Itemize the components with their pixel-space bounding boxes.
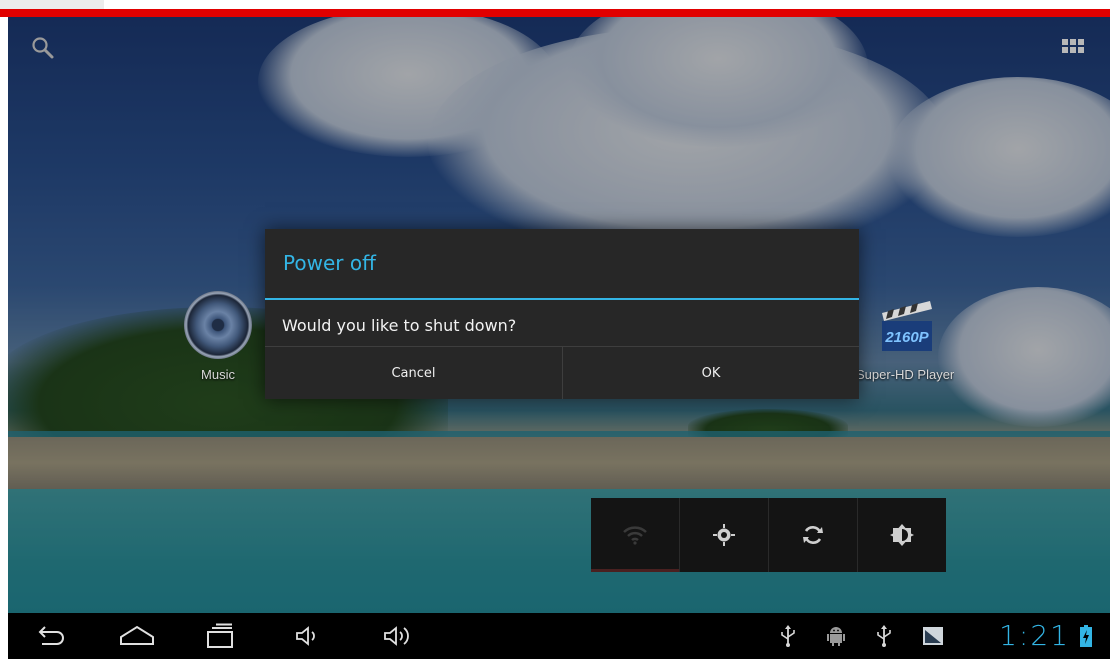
android-debug-notification[interactable]	[824, 619, 848, 653]
usb-notification-2[interactable]	[872, 619, 896, 653]
cancel-button[interactable]: Cancel	[265, 347, 562, 399]
browser-top-strip	[0, 0, 1110, 17]
music-shortcut[interactable]: Music	[176, 289, 260, 389]
usb-notification[interactable]	[776, 619, 800, 653]
battery-charging-icon	[1080, 625, 1092, 647]
back-icon	[38, 626, 64, 645]
svg-text:2160P: 2160P	[884, 329, 929, 346]
screenshot-notification[interactable]	[920, 619, 946, 653]
volume-down-icon	[296, 626, 315, 646]
super-hd-player-label: Super-HD Player	[856, 367, 954, 382]
super-hd-player-shortcut[interactable]: 2160P Super-HD Player	[856, 289, 954, 389]
brightness-icon	[890, 524, 914, 546]
volume-up-icon	[384, 626, 409, 646]
status-clock: 1:21	[999, 619, 1070, 652]
volume-down-button[interactable]	[288, 619, 328, 653]
sync-toggle[interactable]	[769, 498, 857, 572]
volume-up-button[interactable]	[376, 619, 420, 653]
dialog-message: Would you like to shut down?	[282, 316, 517, 335]
recent-apps-button[interactable]	[198, 619, 242, 653]
tab-strip	[0, 0, 104, 9]
search-icon[interactable]	[28, 33, 58, 63]
gps-toggle[interactable]	[680, 498, 768, 572]
brightness-toggle[interactable]	[858, 498, 946, 572]
power-control-widget	[591, 498, 946, 572]
recent-apps-icon	[207, 623, 233, 648]
clapperboard-2160p-icon: 2160P	[882, 301, 932, 351]
usb-icon	[877, 625, 891, 647]
home-button[interactable]	[112, 619, 162, 653]
dialog-title-divider	[265, 298, 859, 300]
screenshot-icon	[923, 627, 943, 645]
red-stripe	[0, 9, 1110, 17]
power-off-dialog: Power off Would you like to shut down? C…	[265, 229, 859, 399]
ok-button[interactable]: OK	[563, 347, 859, 399]
wifi-toggle[interactable]	[591, 498, 679, 572]
location-icon	[713, 524, 735, 546]
back-button[interactable]	[28, 619, 72, 653]
android-screen: Music 2160P Super-HD Player Power off Wo…	[8, 17, 1110, 659]
wifi-icon	[623, 526, 647, 545]
battery-indicator	[1078, 619, 1094, 653]
music-label: Music	[201, 367, 235, 382]
home-icon	[120, 625, 154, 645]
sync-icon	[803, 526, 823, 544]
music-speaker-icon	[184, 291, 252, 359]
android-debug-icon	[827, 627, 845, 646]
dialog-title: Power off	[283, 251, 376, 275]
all-apps-grid-icon[interactable]	[1056, 35, 1090, 63]
usb-icon	[781, 625, 795, 647]
wifi-state-indicator	[591, 569, 679, 572]
system-navigation-bar: 1:21	[8, 613, 1110, 659]
